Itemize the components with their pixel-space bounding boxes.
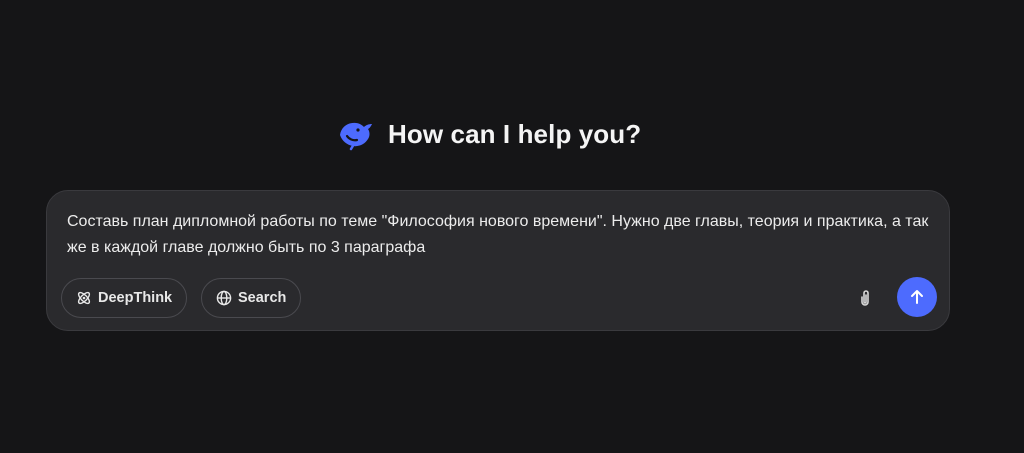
attach-button[interactable] (853, 286, 877, 310)
globe-icon (216, 290, 232, 306)
chat-home: How can I help you? Составь план дипломн… (0, 0, 1024, 453)
search-button[interactable]: Search (201, 278, 302, 318)
greeting-title: How can I help you? (388, 119, 642, 149)
deepthink-label: DeepThink (98, 290, 173, 306)
paperclip-icon (861, 290, 869, 306)
search-label: Search (238, 290, 287, 306)
message-composer: Составь план дипломной работы по теме "Ф… (46, 190, 950, 331)
deepthink-button[interactable]: DeepThink (61, 278, 188, 318)
greeting: How can I help you? (336, 114, 641, 154)
arrow-up-icon (911, 290, 923, 304)
send-button[interactable] (897, 277, 937, 317)
deepseek-whale-icon (340, 122, 372, 151)
message-input[interactable]: Составь план дипломной работы по теме "Ф… (67, 209, 943, 261)
atom-icon (77, 291, 91, 305)
